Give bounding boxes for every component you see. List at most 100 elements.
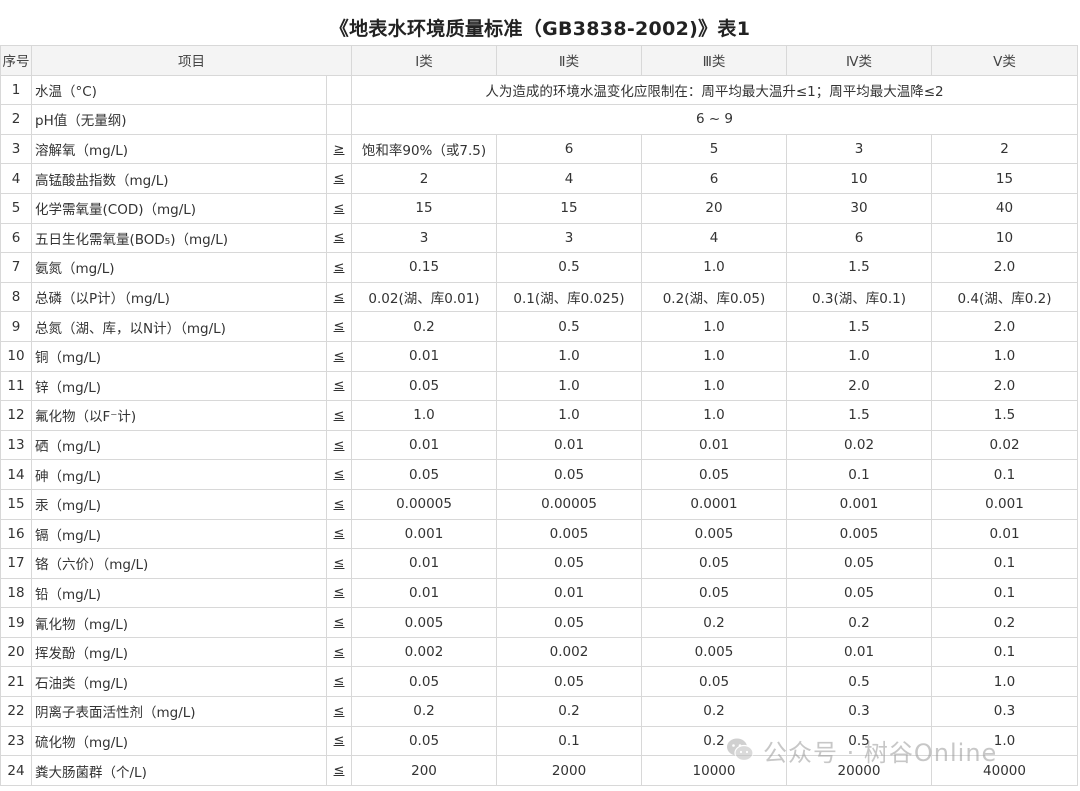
parameter-name: 锌（mg/L) — [31, 370, 327, 402]
parameter-name: 高锰酸盐指数（mg/L) — [31, 163, 327, 194]
table-row: 4 高锰酸盐指数（mg/L) ≤2 4 6 10 15 — [0, 163, 1078, 194]
value-class-4: 0.005 — [786, 518, 932, 550]
value-class-4: 0.05 — [786, 548, 932, 579]
value-class-1: 0.002 — [351, 636, 497, 668]
value-class-1: 0.2 — [351, 696, 497, 727]
value-class-4: 0.2 — [786, 607, 932, 638]
table-row: 14 砷（mg/L) ≤0.05 0.05 0.05 0.1 0.1 — [0, 459, 1078, 490]
parameter-name: 总磷（以P计）（mg/L) — [31, 281, 327, 313]
table-row: 21 石油类（mg/L) ≤0.05 0.05 0.05 0.5 1.0 — [0, 666, 1078, 698]
value-class-5: 0.01 — [931, 518, 1078, 550]
operator: ≤ — [326, 636, 352, 668]
parameter-name: 挥发酚（mg/L) — [31, 636, 327, 668]
value-class-2: 0.1(湖、库0.025) — [496, 281, 642, 313]
value-class-1: 3 — [351, 222, 497, 254]
value-class-2: 0.05 — [496, 666, 642, 698]
value-class-5: 0.1 — [931, 548, 1078, 579]
value-class-3: 20 — [641, 192, 787, 224]
page-title: 《地表水环境质量标准（GB3838-2002)》表1 — [329, 18, 751, 40]
value-class-5: 0.001 — [931, 488, 1078, 520]
value-class-1: 0.01 — [351, 429, 497, 461]
operator: ≤ — [326, 725, 352, 757]
value-class-1: 0.001 — [351, 518, 497, 550]
row-number: 11 — [0, 370, 32, 402]
value-class-2: 2000 — [496, 755, 642, 786]
value-class-5: 2.0 — [931, 252, 1078, 283]
value-class-4: 0.3 — [786, 696, 932, 727]
row-number: 7 — [0, 252, 32, 283]
table-row: 9 总氮（湖、库，以N计）（mg/L) ≤0.2 0.5 1.0 1.5 2.0 — [0, 311, 1078, 342]
table-row: 19 氰化物（mg/L) ≤0.005 0.05 0.2 0.2 0.2 — [0, 607, 1078, 638]
parameter-name: 总氮（湖、库，以N计）（mg/L) — [31, 311, 327, 342]
value-class-5: 0.02 — [931, 429, 1078, 461]
value-class-4: 0.5 — [786, 666, 932, 698]
value-class-2: 4 — [496, 163, 642, 194]
operator: ≤ — [326, 400, 352, 431]
row-number: 6 — [0, 222, 32, 254]
row-number: 4 — [0, 163, 32, 194]
value-class-2: 0.5 — [496, 252, 642, 283]
value-class-1: 0.15 — [351, 252, 497, 283]
value-class-1: 0.005 — [351, 607, 497, 638]
value-class-4: 1.0 — [786, 340, 932, 372]
row-number: 18 — [0, 577, 32, 609]
table-row: 22 阴离子表面活性剂（mg/L) ≤0.2 0.2 0.2 0.3 0.3 — [0, 696, 1078, 727]
parameter-name: 石油类（mg/L) — [31, 666, 327, 698]
operator: ≤ — [326, 755, 352, 786]
value-class-2: 0.05 — [496, 607, 642, 638]
operator: ≤ — [326, 666, 352, 698]
operator: ≤ — [326, 252, 352, 283]
value-class-3: 1.0 — [641, 252, 787, 283]
row-number: 22 — [0, 696, 32, 727]
parameter-name: 铬（六价）（mg/L) — [31, 548, 327, 579]
value-class-1: 200 — [351, 755, 497, 786]
value-class-5: 1.0 — [931, 725, 1078, 757]
parameter-name: 硫化物（mg/L) — [31, 725, 327, 757]
value-class-4: 1.5 — [786, 252, 932, 283]
value-class-5: 0.2 — [931, 607, 1078, 638]
table-row: 11 锌（mg/L) ≤0.05 1.0 1.0 2.0 2.0 — [0, 370, 1078, 402]
table-row: 12 氟化物（以F⁻计) ≤1.0 1.0 1.0 1.5 1.5 — [0, 400, 1078, 431]
value-class-1: 0.05 — [351, 725, 497, 757]
value-class-4: 3 — [786, 133, 932, 165]
value-class-3: 0.005 — [641, 636, 787, 668]
table-row: 17 铬（六价）（mg/L) ≤0.01 0.05 0.05 0.05 0.1 — [0, 548, 1078, 579]
row-number: 10 — [0, 340, 32, 372]
parameter-name: 铅（mg/L) — [31, 577, 327, 609]
row-number: 2 — [0, 104, 32, 135]
row-number: 20 — [0, 636, 32, 668]
value-class-5: 0.1 — [931, 577, 1078, 609]
row-number: 14 — [0, 459, 32, 490]
parameter-name: 水温（°C) — [31, 74, 327, 106]
value-class-5: 1.0 — [931, 666, 1078, 698]
value-class-5: 1.0 — [931, 340, 1078, 372]
row-number: 8 — [0, 281, 32, 313]
operator: ≤ — [326, 222, 352, 254]
value-class-2: 0.05 — [496, 459, 642, 490]
value-class-3: 0.01 — [641, 429, 787, 461]
value-class-4: 0.01 — [786, 636, 932, 668]
value-class-5: 2.0 — [931, 370, 1078, 402]
table-row: 6 五日生化需氧量(BOD₅)（mg/L) ≤3 3 4 6 10 — [0, 222, 1078, 254]
value-class-3: 5 — [641, 133, 787, 165]
operator: ≤ — [326, 696, 352, 727]
value-class-5: 1.5 — [931, 400, 1078, 431]
row-number: 13 — [0, 429, 32, 461]
value-class-3: 0.005 — [641, 518, 787, 550]
row-number: 12 — [0, 400, 32, 431]
value-class-1: 0.05 — [351, 666, 497, 698]
table-body: 1 水温（°C) 人为造成的环境水温变化应限制在：周平均最大温升≤1；周平均最大温降… — [0, 74, 1078, 786]
value-class-3: 0.05 — [641, 459, 787, 490]
operator: ≥ — [326, 133, 352, 165]
value-class-4: 1.5 — [786, 400, 932, 431]
value-class-3: 0.05 — [641, 666, 787, 698]
value-class-3: 4 — [641, 222, 787, 254]
value-class-2: 15 — [496, 192, 642, 224]
value-class-3: 0.2 — [641, 607, 787, 638]
merged-value: 6 ~ 9 — [351, 104, 1078, 135]
parameter-name: 化学需氧量(COD)（mg/L) — [31, 192, 327, 224]
value-class-4: 10 — [786, 163, 932, 194]
table-row: 1 水温（°C) 人为造成的环境水温变化应限制在：周平均最大温升≤1；周平均最大温降… — [0, 74, 1078, 106]
value-class-1: 0.02(湖、库0.01) — [351, 281, 497, 313]
table-row: 7 氨氮（mg/L) ≤0.15 0.5 1.0 1.5 2.0 — [0, 252, 1078, 283]
